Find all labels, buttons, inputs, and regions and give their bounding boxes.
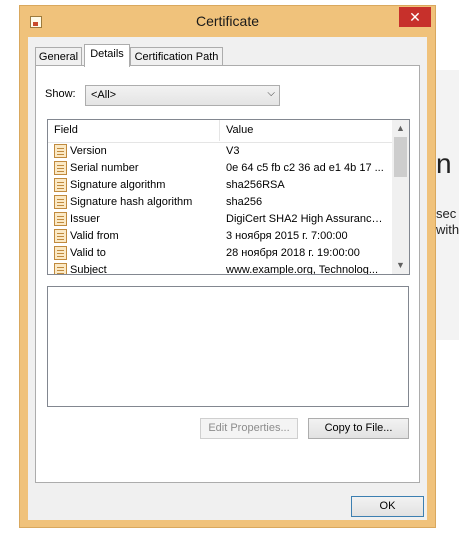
certificate-field-icon [54, 195, 67, 209]
show-label: Show: [45, 88, 76, 100]
certificate-field-icon [54, 229, 67, 243]
dialog-client-area: General Details Certification Path Show:… [28, 37, 427, 520]
field-name: Issuer [70, 213, 100, 225]
scrollbar-thumb[interactable] [394, 137, 407, 177]
certificate-field-icon [54, 161, 67, 175]
field-value: 3 ноября 2015 г. 7:00:00 [226, 230, 348, 242]
scroll-down-arrow-icon[interactable]: ▼ [392, 257, 409, 274]
show-dropdown-value: <All> [91, 89, 117, 101]
field-name: Valid from [70, 230, 119, 242]
field-detail-textbox[interactable] [47, 286, 409, 407]
background-heading-fragment: n [436, 148, 452, 179]
list-item[interactable]: Signature hash algorithm sha256 [48, 194, 392, 211]
certificate-field-icon [54, 263, 67, 274]
ok-button[interactable]: OK [351, 496, 424, 517]
field-name: Signature hash algorithm [70, 196, 193, 208]
column-header-field[interactable]: Field [48, 120, 220, 141]
list-item[interactable]: Signature algorithm sha256RSA [48, 177, 392, 194]
fields-list-scrollbar[interactable]: ▲ ▼ [392, 120, 409, 274]
background-text-fragment-1: sec [436, 206, 457, 221]
show-dropdown[interactable]: <All> ⌵ [85, 85, 280, 106]
close-button[interactable]: ✕ [399, 7, 431, 27]
field-value: 0e 64 c5 fb c2 36 ad e1 4b 17 ... [226, 162, 384, 174]
background-page-strip [436, 70, 459, 340]
chevron-down-icon: ⌵ [267, 88, 275, 99]
tab-certification-path[interactable]: Certification Path [130, 47, 223, 66]
background-text-fragment-2: with [436, 222, 459, 237]
field-name: Valid to [70, 247, 106, 259]
field-name: Subject [70, 264, 107, 275]
tab-general[interactable]: General [35, 47, 82, 66]
field-value: sha256RSA [226, 179, 285, 191]
field-value: V3 [226, 145, 240, 157]
list-item[interactable]: Subject www.example.org, Technolog... [48, 262, 392, 275]
certificate-field-icon [54, 212, 67, 226]
details-panel: Show: <All> ⌵ Field Value Version V3 Seri… [35, 65, 420, 483]
list-item[interactable]: Valid from 3 ноября 2015 г. 7:00:00 [48, 228, 392, 245]
field-value: 28 ноября 2018 г. 19:00:00 [226, 247, 360, 259]
field-value: sha256 [226, 196, 263, 208]
fields-list[interactable]: Field Value Version V3 Serial number 0e 64… [47, 119, 410, 275]
copy-to-file-button[interactable]: Copy to File... [308, 418, 409, 439]
title-bar[interactable]: Certificate ✕ [20, 6, 435, 36]
window-title: Certificate [195, 13, 260, 29]
column-header-value[interactable]: Value [220, 120, 392, 141]
certificate-field-icon [54, 144, 67, 158]
edit-properties-button[interactable]: Edit Properties... [200, 418, 298, 439]
fields-list-rows: Version V3 Serial number 0e 64 c5 fb c2 36… [48, 143, 392, 275]
field-name: Signature algorithm [70, 179, 166, 191]
field-value: DigiCert SHA2 High Assurance ... [226, 213, 388, 225]
field-name: Version [70, 145, 107, 157]
field-value: www.example.org, Technolog... [226, 264, 379, 275]
list-item[interactable]: Version V3 [48, 143, 392, 160]
certificate-field-icon [54, 178, 67, 192]
fields-list-header: Field Value [48, 120, 392, 143]
field-name: Serial number [70, 162, 139, 174]
list-item[interactable]: Valid to 28 ноября 2018 г. 19:00:00 [48, 245, 392, 262]
certificate-field-icon [54, 246, 67, 260]
scroll-up-arrow-icon[interactable]: ▲ [392, 120, 409, 137]
tab-details[interactable]: Details [84, 44, 130, 67]
list-item[interactable]: Serial number 0e 64 c5 fb c2 36 ad e1 4b … [48, 160, 392, 177]
list-item[interactable]: Issuer DigiCert SHA2 High Assurance ... [48, 211, 392, 228]
certificate-dialog: Certificate ✕ General Details Certificat… [19, 5, 436, 528]
